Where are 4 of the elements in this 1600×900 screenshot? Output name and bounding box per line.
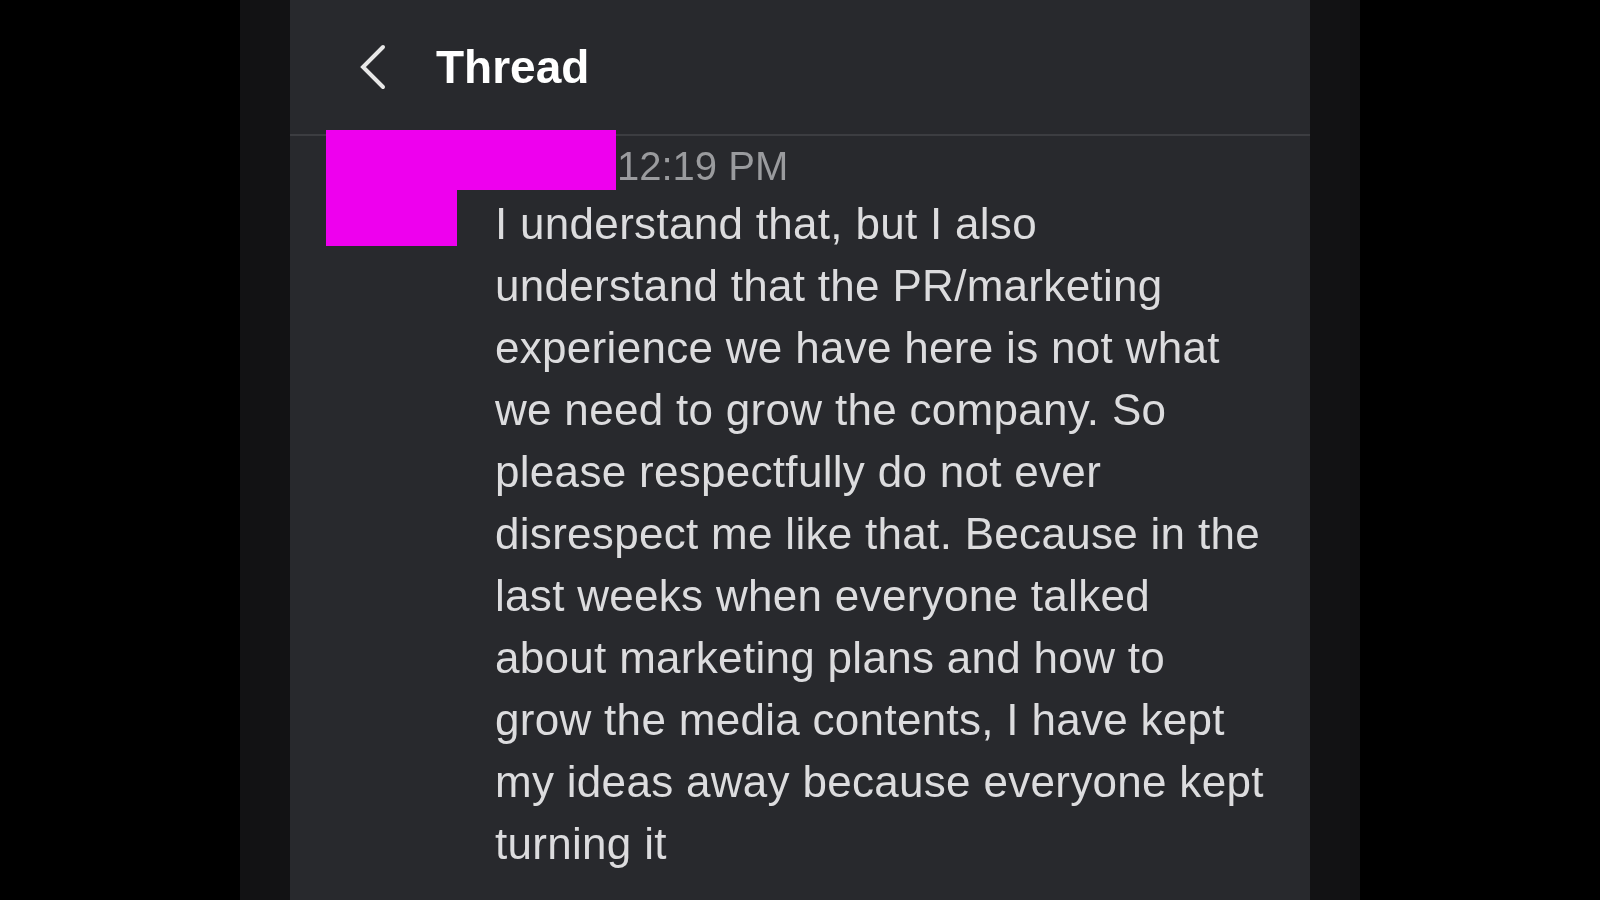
- thread-title: Thread: [436, 40, 590, 94]
- back-icon[interactable]: [360, 44, 386, 90]
- message-text: I understand that, but I also understand that the PR/marketing experience we have here is not what we need to grow the company. So please respectfully do not ever disrespect me like that. Because in the last weeks when everyone talked about marketing plans and how to grow the media contents, I have kept my ideas away because everyone kept turning it: [495, 198, 1265, 870]
- message-timestamp: 12:19 PM: [617, 144, 790, 189]
